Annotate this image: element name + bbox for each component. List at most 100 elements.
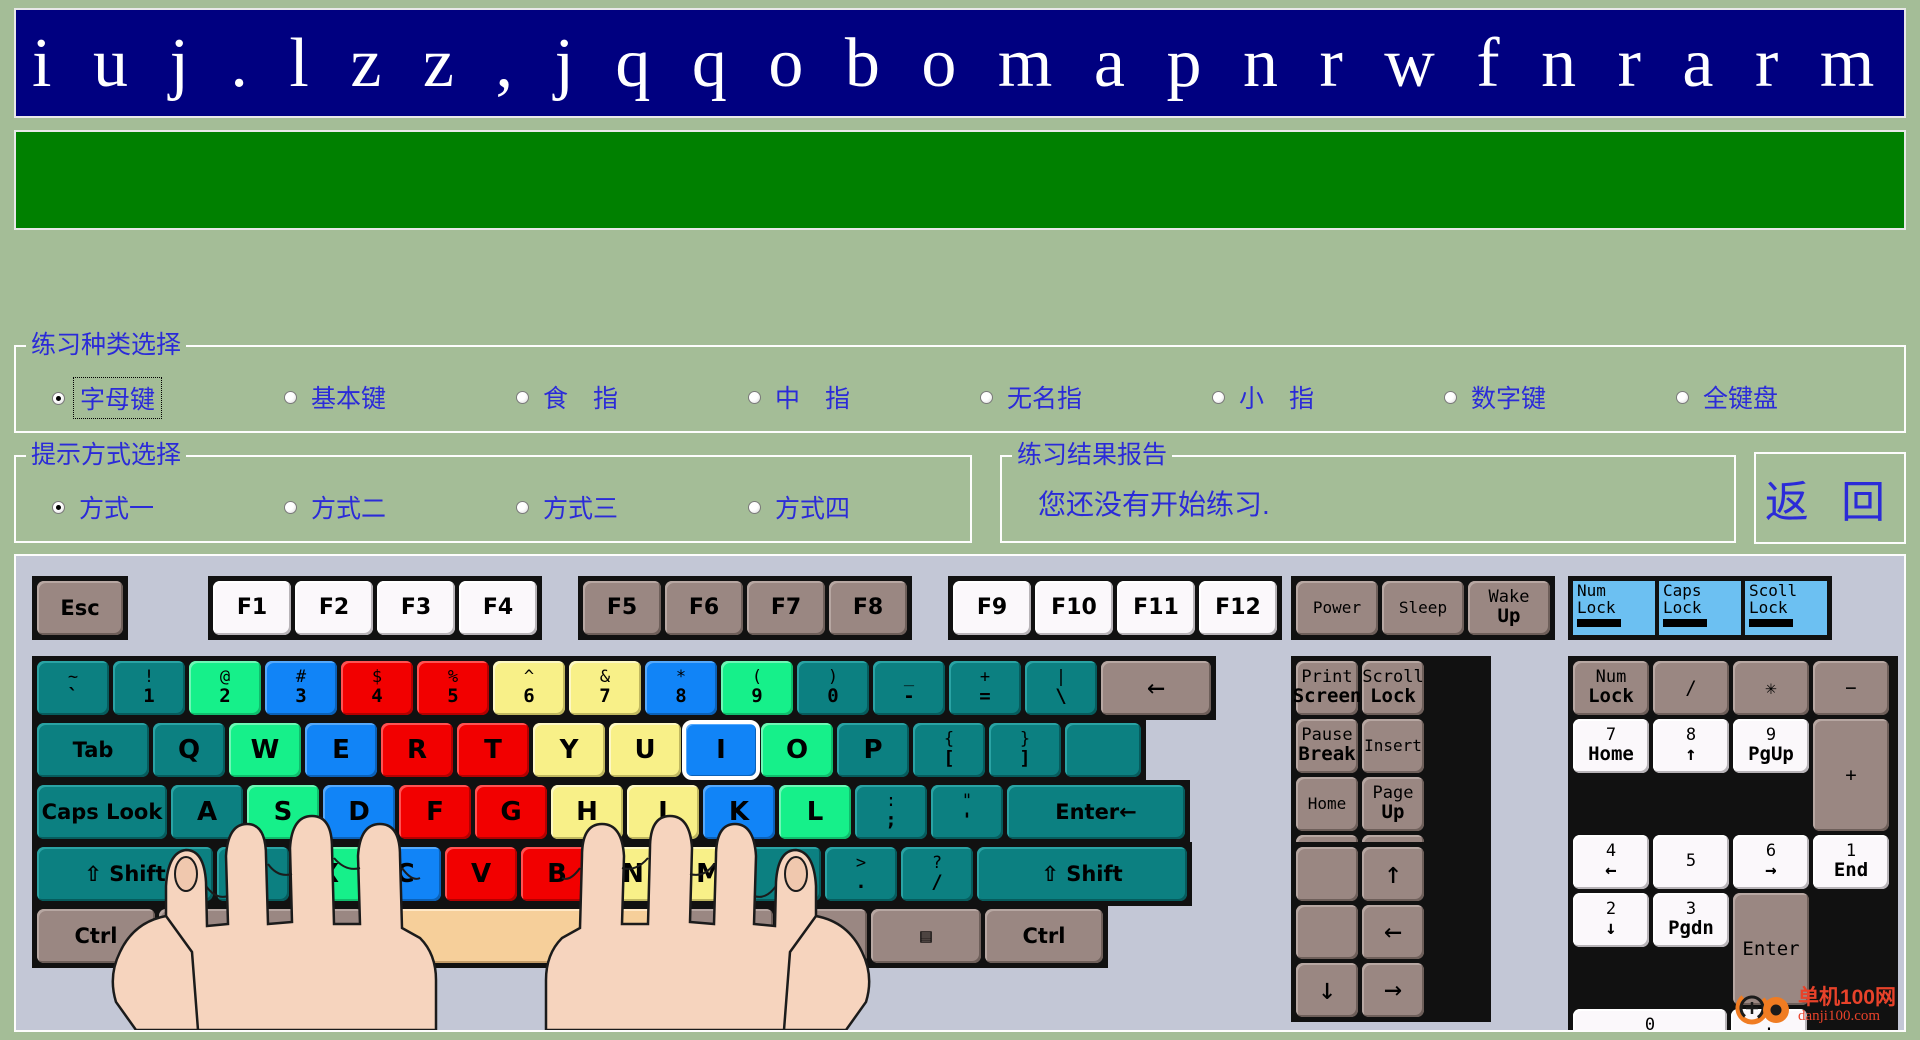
key-p[interactable]: P: [837, 723, 909, 777]
radio-kind-1[interactable]: 基本键: [284, 377, 392, 417]
key--shift[interactable]: ⇧ Shift: [977, 847, 1187, 901]
key-e[interactable]: E: [305, 723, 377, 777]
key-9pgup[interactable]: 9 PgUp: [1733, 719, 1809, 773]
key-ctrl[interactable]: Ctrl: [985, 909, 1103, 963]
key-pageup[interactable]: Page Up: [1362, 777, 1424, 831]
key-1end[interactable]: 1 End: [1813, 835, 1889, 889]
key-6-[interactable]: 6 →: [1733, 835, 1809, 889]
key--[interactable]: +: [1813, 719, 1889, 831]
key-f3[interactable]: F3: [377, 581, 455, 635]
key-home[interactable]: Home: [1296, 777, 1358, 831]
key--[interactable]: >.: [825, 847, 897, 901]
key-l[interactable]: L: [779, 785, 851, 839]
key-f8[interactable]: F8: [829, 581, 907, 635]
radio-dot-icon[interactable]: [748, 390, 761, 404]
key--[interactable]: " ': [931, 785, 1003, 839]
key-esc[interactable]: Esc: [37, 581, 123, 635]
key--[interactable]: ✳: [1733, 661, 1809, 715]
key-2-[interactable]: 2 ↓: [1573, 893, 1649, 947]
key--shift[interactable]: ⇧ Shift: [37, 847, 213, 901]
key--[interactable]: _ -: [873, 661, 945, 715]
radio-kind-7[interactable]: 全键盘: [1676, 377, 1784, 417]
key--7[interactable]: & 7: [569, 661, 641, 715]
key--[interactable]: :;: [855, 785, 927, 839]
radio-dot-icon[interactable]: [980, 390, 993, 404]
key-arrow-blank-2[interactable]: [1296, 905, 1358, 959]
key--[interactable]: −: [1813, 661, 1889, 715]
key-alt[interactable]: Alt: [663, 909, 773, 963]
radio-dot-icon[interactable]: [516, 500, 529, 514]
key-f10[interactable]: F10: [1035, 581, 1113, 635]
key-4-[interactable]: 4 ←: [1573, 835, 1649, 889]
key-arrow-up[interactable]: ↑: [1362, 847, 1424, 901]
key-blank[interactable]: [367, 909, 659, 963]
key--[interactable]: ⊞: [777, 909, 867, 963]
key--6[interactable]: ^ 6: [493, 661, 565, 715]
key-f9[interactable]: F9: [953, 581, 1031, 635]
key-sleep[interactable]: Sleep: [1382, 581, 1464, 635]
key-u[interactable]: U: [609, 723, 681, 777]
key-insert[interactable]: Insert: [1362, 719, 1424, 773]
key-arrow-left[interactable]: ←: [1362, 905, 1424, 959]
key-g[interactable]: G: [475, 785, 547, 839]
radio-dot-icon[interactable]: [1212, 390, 1225, 404]
key--4[interactable]: $4: [341, 661, 413, 715]
key--8[interactable]: * 8: [645, 661, 717, 715]
radio-hint-2[interactable]: 方式三: [516, 487, 624, 527]
key-3pgdn[interactable]: 3 Pgdn: [1653, 893, 1729, 947]
key--[interactable]: ⊞: [159, 909, 249, 963]
key-caps-look[interactable]: Caps Look: [37, 785, 167, 839]
key-0ins[interactable]: 0Ins: [1573, 1009, 1727, 1030]
key-f2[interactable]: F2: [295, 581, 373, 635]
key-7home[interactable]: 7 Home: [1573, 719, 1649, 773]
radio-dot-icon[interactable]: [1676, 390, 1689, 404]
key-ctrl[interactable]: Ctrl: [37, 909, 155, 963]
key-f11[interactable]: F11: [1117, 581, 1195, 635]
key-n[interactable]: N: [597, 847, 669, 901]
key--0[interactable]: ) 0: [797, 661, 869, 715]
key--[interactable]: ▤: [871, 909, 981, 963]
key-q[interactable]: Q: [153, 723, 225, 777]
radio-dot-icon[interactable]: [52, 500, 65, 514]
key-x[interactable]: X: [293, 847, 365, 901]
key-s[interactable]: S: [247, 785, 319, 839]
key-i[interactable]: I: [682, 720, 760, 780]
key-y[interactable]: Y: [533, 723, 605, 777]
key-8-[interactable]: 8 ↑: [1653, 719, 1729, 773]
typed-text-display[interactable]: [14, 130, 1906, 230]
key-f6[interactable]: F6: [665, 581, 743, 635]
key-f[interactable]: F: [399, 785, 471, 839]
key-5[interactable]: 5: [1653, 835, 1729, 889]
key--[interactable]: <,: [749, 847, 821, 901]
key-a[interactable]: A: [171, 785, 243, 839]
key-enter-[interactable]: Enter←: [1007, 785, 1185, 839]
key-r[interactable]: R: [381, 723, 453, 777]
radio-hint-3[interactable]: 方式四: [748, 487, 856, 527]
radio-hint-0[interactable]: 方式一: [52, 487, 160, 527]
radio-dot-icon[interactable]: [52, 391, 65, 405]
key--1[interactable]: ! 1: [113, 661, 185, 715]
key-z[interactable]: Z: [217, 847, 289, 901]
key--9[interactable]: (9: [721, 661, 793, 715]
key-w[interactable]: W: [229, 723, 301, 777]
key-alt[interactable]: Alt: [253, 909, 363, 963]
key--[interactable]: ? /: [901, 847, 973, 901]
key-arrow-down[interactable]: ↓: [1296, 963, 1358, 1017]
key--[interactable]: | \: [1025, 661, 1097, 715]
key--[interactable]: /: [1653, 661, 1729, 715]
key-power[interactable]: Power: [1296, 581, 1378, 635]
key-b[interactable]: B: [521, 847, 593, 901]
key-f5[interactable]: F5: [583, 581, 661, 635]
radio-dot-icon[interactable]: [284, 390, 297, 404]
key-f1[interactable]: F1: [213, 581, 291, 635]
radio-kind-0[interactable]: 字母键: [52, 377, 163, 419]
key-printscreen[interactable]: Print Screen: [1293, 661, 1361, 715]
key-o[interactable]: O: [761, 723, 833, 777]
key-f7[interactable]: F7: [747, 581, 825, 635]
key-arrow-blank-1[interactable]: [1296, 847, 1358, 901]
key-t[interactable]: T: [457, 723, 529, 777]
key-arrow-right[interactable]: →: [1362, 963, 1424, 1017]
key--[interactable]: {[: [913, 723, 985, 777]
key--5[interactable]: % 5: [417, 661, 489, 715]
radio-kind-6[interactable]: 数字键: [1444, 377, 1552, 417]
